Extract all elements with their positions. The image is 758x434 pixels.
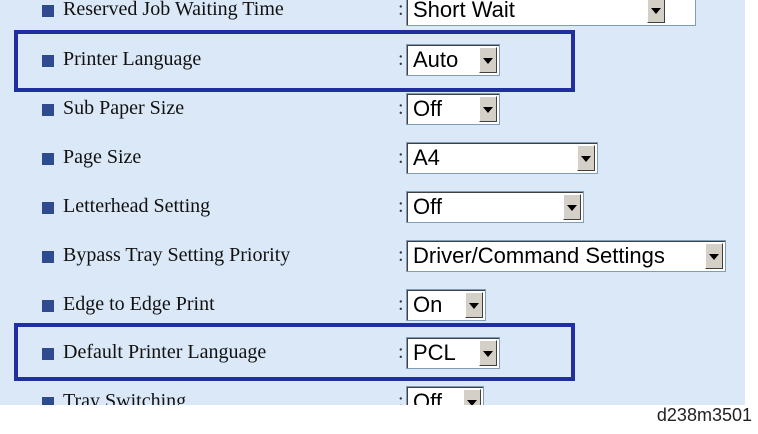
setting-row-bypass-tray-setting-priority: Bypass Tray Setting Priority : Driver/Co…	[0, 231, 745, 281]
bullet-icon	[42, 300, 54, 312]
dropdown-arrow-icon[interactable]	[463, 389, 481, 405]
select-value: Off	[413, 194, 442, 219]
highlight-box-default-printer-language	[14, 323, 575, 381]
select-value: Driver/Command Settings	[413, 243, 665, 268]
bullet-icon	[42, 153, 54, 165]
setting-label: Sub Paper Size	[63, 97, 185, 119]
dropdown-arrow-icon[interactable]	[577, 145, 595, 171]
dropdown-arrow-icon[interactable]	[465, 292, 483, 318]
dropdown-arrow-icon[interactable]	[705, 243, 723, 269]
tray-switching-select[interactable]: Off	[406, 386, 484, 405]
highlight-box-printer-language	[14, 30, 575, 92]
setting-row-page-size: Page Size : A4	[0, 133, 745, 183]
setting-label: Letterhead Setting	[63, 195, 211, 217]
setting-label: Bypass Tray Setting Priority	[63, 244, 291, 266]
bullet-icon	[42, 202, 54, 214]
letterhead-setting-select[interactable]: Off	[406, 191, 584, 223]
separator: :	[398, 293, 404, 315]
select-value: A4	[413, 145, 440, 170]
page-size-select[interactable]: A4	[406, 142, 598, 174]
select-value: On	[413, 292, 443, 317]
separator: :	[398, 146, 404, 168]
select-value: Off	[413, 96, 442, 121]
dropdown-arrow-icon[interactable]	[563, 194, 581, 220]
setting-label: Tray Switching	[63, 390, 187, 405]
edge-to-edge-print-select[interactable]: On	[406, 289, 486, 321]
figure-id-caption: d238m3501	[656, 405, 752, 425]
settings-panel: Reserved Job Waiting Time : Short Wait P…	[0, 0, 745, 405]
setting-row-tray-switching: Tray Switching : Off	[0, 377, 745, 405]
setting-label: Edge to Edge Print	[63, 293, 215, 315]
select-value: Off	[413, 389, 442, 405]
separator: :	[398, 97, 404, 119]
bullet-icon	[42, 104, 54, 116]
bullet-icon	[42, 397, 54, 405]
dropdown-arrow-icon[interactable]	[479, 96, 497, 122]
bullet-icon	[42, 251, 54, 263]
separator: :	[398, 390, 404, 405]
separator: :	[398, 195, 404, 217]
sub-paper-size-select[interactable]: Off	[406, 93, 500, 125]
dropdown-arrow-icon[interactable]	[647, 0, 665, 23]
setting-label: Page Size	[63, 146, 142, 168]
reserved-job-waiting-time-select[interactable]: Short Wait	[406, 0, 696, 26]
select-value: Short Wait	[413, 0, 515, 22]
setting-row-letterhead-setting: Letterhead Setting : Off	[0, 182, 745, 232]
bypass-tray-setting-priority-select[interactable]: Driver/Command Settings	[406, 240, 726, 272]
bullet-icon	[42, 5, 54, 17]
setting-label: Reserved Job Waiting Time	[63, 0, 284, 20]
separator: :	[398, 244, 404, 266]
separator: :	[398, 0, 404, 20]
